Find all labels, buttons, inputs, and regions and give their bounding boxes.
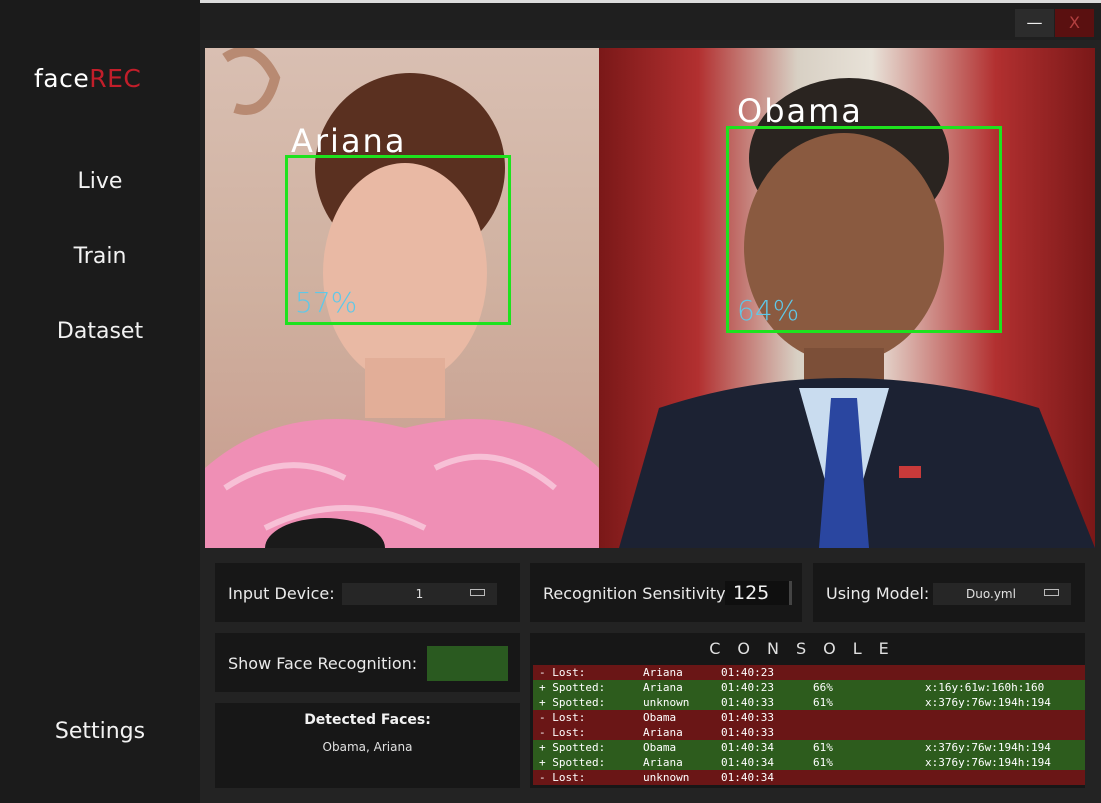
console-cell-pct: 66%: [813, 681, 833, 694]
console-cell-event: - Lost:: [539, 711, 586, 724]
console-cell-time: 01:40:23: [721, 666, 774, 679]
input-device-panel: Input Device: 1: [215, 563, 520, 622]
minimize-button[interactable]: —: [1015, 9, 1054, 37]
input-device-label: Input Device:: [228, 584, 335, 603]
console-cell-time: 01:40:23: [721, 681, 774, 694]
console-row: + Spotted: Obama 01:40:34 61% x:376y:76w:194…: [533, 740, 1085, 755]
console-cell-event: + Spotted:: [539, 756, 606, 769]
console-row: + Spotted: Ariana 01:40:23 66% x:16y:61w:160…: [533, 680, 1085, 695]
console-cell-time: 01:40:33: [721, 726, 774, 739]
model-select[interactable]: Duo.yml: [933, 583, 1071, 605]
console-cell-event: + Spotted:: [539, 741, 606, 754]
console-title: CONSOLE: [709, 639, 906, 658]
console-cell-pct: 61%: [813, 696, 833, 709]
face-label-obama: Obama: [737, 92, 863, 130]
live-video-feed: Ariana 57% Obama 64%: [205, 48, 1095, 548]
model-label: Using Model:: [826, 584, 930, 603]
console-cell-name: Obama: [643, 741, 677, 754]
console-row: + Spotted: Ariana 01:40:34 61% x:376y:76w:19…: [533, 755, 1085, 770]
console-cell-name: Obama: [643, 711, 677, 724]
console-cell-time: 01:40:34: [721, 756, 774, 769]
console-cell-name: Ariana: [643, 666, 683, 679]
console-cell-box: x:376y:76w:194h:194: [925, 741, 1051, 754]
detected-faces-panel: Detected Faces: Obama, Ariana: [215, 703, 520, 788]
dropdown-grip-icon: [1044, 589, 1059, 596]
console-cell-box: x:376y:76w:194h:194: [925, 756, 1051, 769]
nav-live[interactable]: Live: [0, 169, 200, 194]
app-logo: faceREC: [34, 64, 142, 93]
nav-dataset[interactable]: Dataset: [0, 319, 200, 344]
nav-train[interactable]: Train: [0, 244, 200, 269]
show-face-recognition-toggle[interactable]: [427, 646, 508, 681]
console-cell-time: 01:40:33: [721, 696, 774, 709]
console-cell-box: x:16y:61w:160h:160: [925, 681, 1045, 694]
console-row: - Lost: Ariana 01:40:33: [533, 725, 1085, 740]
show-face-recognition-panel: Show Face Recognition:: [215, 633, 520, 692]
detected-faces-title: Detected Faces:: [304, 712, 431, 728]
nav-settings[interactable]: Settings: [0, 719, 200, 744]
console-log: - Lost: Ariana 01:40:23 + Spotted: Ariana 01:…: [533, 665, 1085, 785]
sensitivity-input[interactable]: 125: [725, 581, 792, 605]
console-cell-time: 01:40:33: [721, 711, 774, 724]
console-row: - Lost: unknown 01:40:34: [533, 770, 1085, 785]
console-cell-event: + Spotted:: [539, 681, 606, 694]
console-cell-event: - Lost:: [539, 771, 586, 784]
console-row: - Lost: Obama 01:40:33: [533, 710, 1085, 725]
console-cell-event: - Lost:: [539, 726, 586, 739]
console-cell-time: 01:40:34: [721, 771, 774, 784]
console-cell-name: Ariana: [643, 726, 683, 739]
console-row: - Lost: Ariana 01:40:23: [533, 665, 1085, 680]
face-confidence-obama: 64%: [737, 294, 800, 327]
console-cell-event: - Lost:: [539, 666, 586, 679]
close-button[interactable]: X: [1055, 9, 1094, 37]
sidebar: faceREC Live Train Dataset Settings: [0, 0, 200, 803]
sensitivity-label: Recognition Sensitivity:: [543, 584, 730, 603]
console-cell-time: 01:40:34: [721, 741, 774, 754]
console-cell-name: Ariana: [643, 756, 683, 769]
show-face-recognition-label: Show Face Recognition:: [228, 654, 418, 673]
dropdown-grip-icon: [470, 589, 485, 596]
input-device-select[interactable]: 1: [342, 583, 497, 605]
model-panel: Using Model: Duo.yml: [813, 563, 1085, 622]
console-cell-name: unknown: [643, 696, 690, 709]
console-cell-name: Ariana: [643, 681, 683, 694]
sensitivity-panel: Recognition Sensitivity: 125: [530, 563, 802, 622]
console-cell-pct: 61%: [813, 741, 833, 754]
console-cell-event: + Spotted:: [539, 696, 606, 709]
console-cell-pct: 61%: [813, 756, 833, 769]
console-cell-box: x:376y:76w:194h:194: [925, 696, 1051, 709]
detected-faces-list: Obama, Ariana: [322, 740, 413, 754]
face-confidence-ariana: 57%: [295, 286, 358, 319]
console-row: + Spotted: unknown 01:40:33 61% x:376y:76w:1…: [533, 695, 1085, 710]
console-cell-name: unknown: [643, 771, 690, 784]
